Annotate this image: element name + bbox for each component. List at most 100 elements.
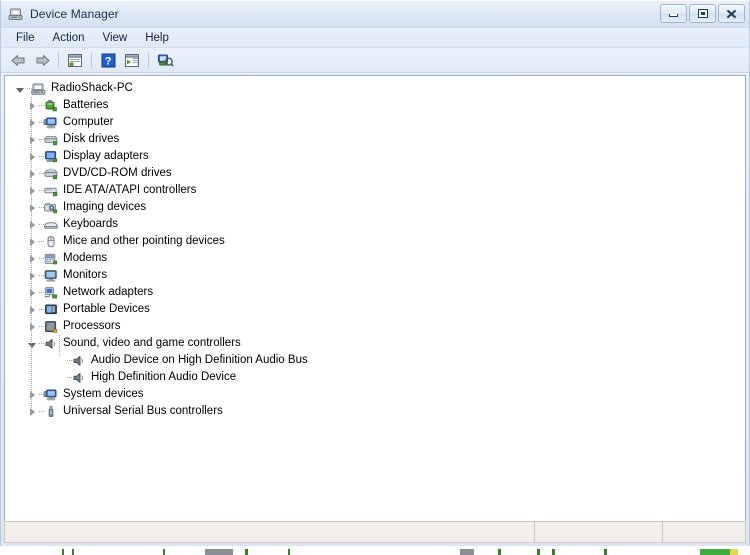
tree-item-label: Portable Devices — [63, 303, 150, 315]
menu-item-action[interactable]: Action — [44, 30, 94, 46]
background-fragment — [288, 549, 290, 555]
tree-item-label: Modems — [63, 252, 108, 264]
speaker-icon — [71, 353, 87, 369]
forward-button[interactable] — [31, 50, 53, 71]
tree-item[interactable]: Processors — [5, 318, 745, 335]
tree-item[interactable]: Imaging devices — [5, 199, 745, 216]
tree-item[interactable]: Portable Devices — [5, 301, 745, 318]
title-bar[interactable]: Device Manager — [1, 0, 749, 28]
show-hide-console-tree-button[interactable] — [121, 50, 143, 71]
background-fragment — [72, 549, 74, 555]
tree-item[interactable]: RadioShack-PC — [5, 80, 745, 97]
tree-item[interactable]: Disk drives — [5, 131, 745, 148]
menu-item-file[interactable]: File — [7, 30, 44, 46]
tree-item-label: Monitors — [63, 269, 108, 281]
tree-item[interactable]: Sound, video and game controllers — [5, 335, 745, 352]
tree-item-label: Disk drives — [63, 133, 120, 145]
computer-icon — [43, 115, 59, 131]
tree-item[interactable]: Universal Serial Bus controllers — [5, 403, 745, 420]
status-pane-tertiary — [663, 522, 745, 542]
tree-connector-line — [31, 97, 32, 411]
device-manager-window: Device Manager File Action View Help ? R… — [0, 0, 750, 546]
background-fragment — [700, 549, 730, 555]
tree-item-label: RadioShack-PC — [51, 82, 133, 94]
minimize-button[interactable] — [660, 4, 687, 23]
tree-item-label: Keyboards — [63, 218, 118, 230]
tree-item[interactable]: DVD/CD-ROM drives — [5, 165, 745, 182]
console-tree-icon — [125, 53, 139, 67]
background-fragment — [604, 549, 607, 555]
back-arrow-icon — [11, 54, 24, 66]
toolbar-separator — [148, 52, 149, 68]
usb-controller-icon — [43, 404, 59, 420]
tree-item[interactable]: System devices — [5, 386, 745, 403]
background-fragment — [460, 549, 474, 555]
background-page-strip — [0, 546, 750, 555]
tree-item[interactable]: Monitors — [5, 267, 745, 284]
system-device-icon — [43, 387, 59, 403]
menu-bar: File Action View Help — [1, 28, 749, 48]
tree-item-label: Display adapters — [63, 150, 149, 162]
svg-text:?: ? — [104, 55, 111, 67]
tree-item-label: Audio Device on High Definition Audio Bu… — [91, 354, 308, 366]
tree-item-label: Processors — [63, 320, 121, 332]
background-fragment — [537, 549, 540, 555]
tree-item[interactable]: Audio Device on High Definition Audio Bu… — [5, 352, 745, 369]
toolbar-separator — [58, 52, 59, 68]
scan-for-hardware-changes-button[interactable] — [154, 50, 176, 71]
back-button[interactable] — [7, 50, 29, 71]
device-tree-panel[interactable]: RadioShack-PC Batteries Computer Disk drive… — [4, 75, 746, 521]
tree-item[interactable]: Computer — [5, 114, 745, 131]
tree-item[interactable]: IDE ATA/ATAPI controllers — [5, 182, 745, 199]
monitor-icon — [43, 268, 59, 284]
status-pane-main — [5, 522, 535, 542]
tree-connector-line — [59, 335, 60, 357]
menu-item-view[interactable]: View — [94, 30, 137, 46]
tree-item-label: Batteries — [63, 99, 109, 111]
scan-hardware-icon — [157, 54, 174, 67]
properties-icon — [68, 53, 82, 67]
tree-item-label: Universal Serial Bus controllers — [63, 405, 223, 417]
device-manager-icon — [8, 6, 24, 22]
keyboard-icon — [43, 217, 59, 233]
status-bar — [4, 521, 746, 543]
tree-item-label: Imaging devices — [63, 201, 147, 213]
help-button[interactable]: ? — [97, 50, 119, 71]
device-tree: RadioShack-PC Batteries Computer Disk drive… — [5, 76, 745, 420]
close-button[interactable] — [718, 4, 745, 23]
titlebar-highlight — [1, 0, 749, 1]
tree-item-label: Network adapters — [63, 286, 154, 298]
tree-item[interactable]: Mice and other pointing devices — [5, 233, 745, 250]
forward-arrow-icon — [36, 54, 49, 66]
background-fragment — [498, 549, 501, 555]
modem-icon — [43, 251, 59, 267]
background-fragment — [552, 549, 555, 555]
speaker-icon — [71, 370, 87, 386]
menu-item-help[interactable]: Help — [136, 30, 178, 46]
tree-item[interactable]: Batteries — [5, 97, 745, 114]
portable-device-icon — [43, 302, 59, 318]
help-question-icon: ? — [101, 53, 115, 67]
properties-button[interactable] — [64, 50, 86, 71]
minimize-icon — [669, 14, 678, 17]
maximize-icon — [697, 9, 708, 18]
tree-item[interactable]: High Definition Audio Device — [5, 369, 745, 386]
status-pane-secondary — [535, 522, 663, 542]
tree-item-label: Sound, video and game controllers — [63, 337, 241, 349]
battery-icon — [43, 98, 59, 114]
tree-item[interactable]: Keyboards — [5, 216, 745, 233]
processor-icon — [43, 319, 59, 335]
background-fragment — [163, 549, 165, 555]
tree-item[interactable]: Network adapters — [5, 284, 745, 301]
triangle-down-icon — [15, 87, 24, 93]
tree-expander-expanded-icon[interactable] — [11, 80, 27, 97]
tree-item[interactable]: Display adapters — [5, 148, 745, 165]
toolbar-separator — [91, 52, 92, 68]
ide-controller-icon — [43, 183, 59, 199]
close-icon — [726, 9, 737, 19]
maximize-button[interactable] — [689, 4, 716, 23]
background-fragment — [245, 549, 248, 555]
tree-item-label: System devices — [63, 388, 144, 400]
display-adapter-icon — [43, 149, 59, 165]
tree-item[interactable]: Modems — [5, 250, 745, 267]
